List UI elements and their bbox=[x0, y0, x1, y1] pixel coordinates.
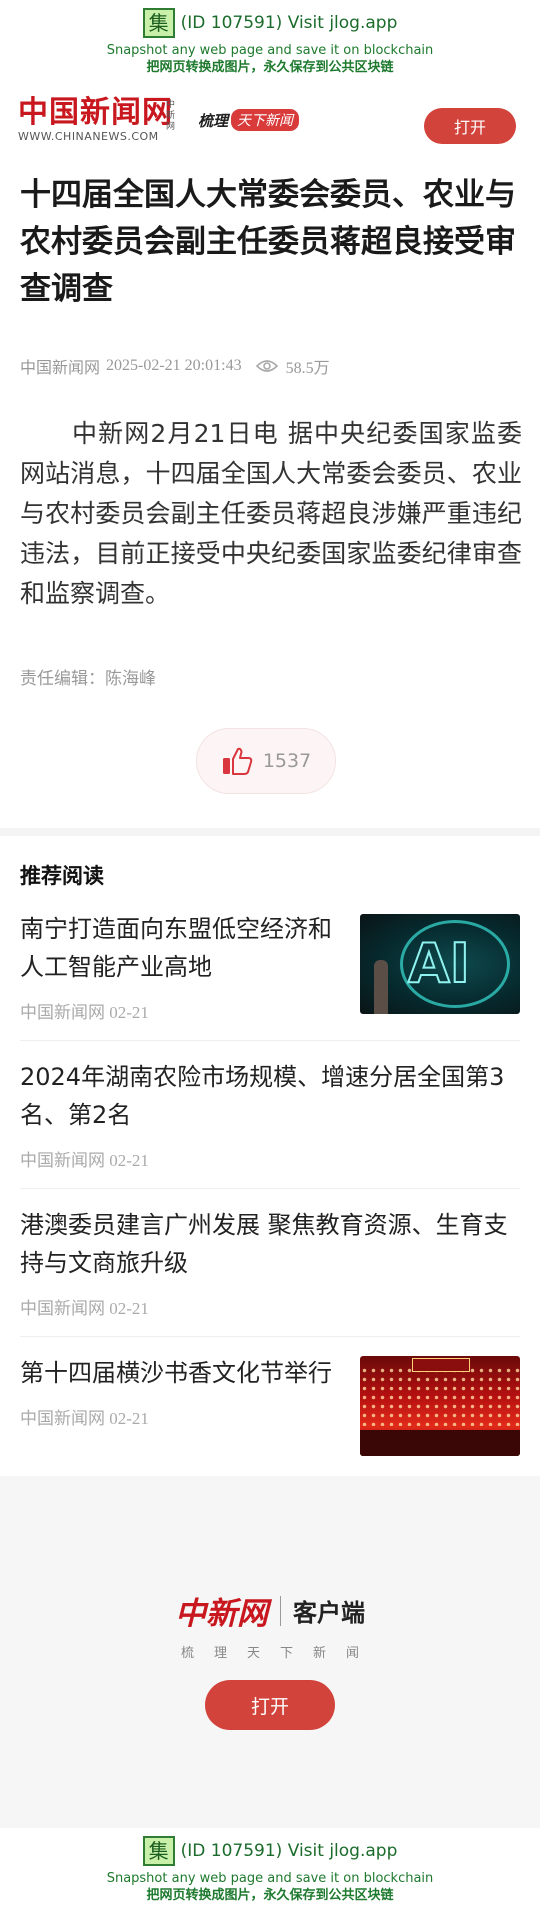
jlog-id-row[interactable]: 集 (ID 107591) Visit jlog.app bbox=[0, 6, 540, 40]
recommend-item-title[interactable]: 港澳委员建言广州发展 聚焦教育资源、生育支持与文商旅升级 bbox=[20, 1206, 520, 1282]
recommend-item-thumbnail[interactable]: AI bbox=[360, 914, 520, 1014]
recommend-item-meta: 中国新闻网 02-21 bbox=[20, 1299, 149, 1318]
jlog-id-text[interactable]: (ID 107591) Visit jlog.app bbox=[181, 1834, 398, 1868]
article-editor: 责任编辑：陈海峰 bbox=[20, 669, 156, 689]
article-views: 58.5万 bbox=[285, 360, 330, 377]
chinanews-logo[interactable]: 中国新闻网 中新网 WWW.CHINANEWS.COM bbox=[18, 96, 178, 146]
recommend-item-title[interactable]: 第十四届横沙书香文化节举行 bbox=[20, 1354, 350, 1392]
logo-vertical-text: 中新网 bbox=[166, 100, 176, 132]
site-header: 中国新闻网 中新网 WWW.CHINANEWS.COM 梳理 天下新闻 打开 bbox=[0, 90, 540, 150]
recommend-item-meta: 中国新闻网 02-21 bbox=[20, 1151, 149, 1170]
jlog-banner-bottom: 集 (ID 107591) Visit jlog.app Snapshot an… bbox=[0, 1828, 540, 1918]
thumbnail-ai-text: AI bbox=[407, 931, 471, 996]
list-separator bbox=[20, 1040, 520, 1041]
open-app-button-top[interactable]: 打开 bbox=[424, 108, 516, 144]
eye-icon bbox=[255, 359, 278, 373]
like-button[interactable]: 1537 bbox=[196, 728, 336, 794]
logo-en-text: WWW.CHINANEWS.COM bbox=[18, 130, 159, 143]
recommend-item-meta: 中国新闻网 02-21 bbox=[20, 1409, 149, 1428]
jlog-id-row[interactable]: 集 (ID 107591) Visit jlog.app bbox=[0, 1834, 540, 1868]
article-body: 中新网2月21日电 据中央纪委国家监委网站消息，十四届全国人大常委会委员、农业与… bbox=[20, 419, 522, 608]
thumbnail-stage-floor bbox=[360, 1430, 520, 1456]
open-app-button-bottom[interactable]: 打开 bbox=[205, 1680, 335, 1730]
like-count: 1537 bbox=[262, 750, 312, 772]
article-datetime: 2025-02-21 20:01:43 bbox=[106, 357, 242, 374]
promo-brand: 中新网 客户端 bbox=[0, 1588, 540, 1633]
article-title: 十四届全国人大常委会委员、农业与农村委员会副主任委员蒋超良接受审查调查 bbox=[20, 177, 516, 307]
jlog-id-text[interactable]: (ID 107591) Visit jlog.app bbox=[181, 6, 398, 40]
jlog-logo-icon: 集 bbox=[142, 8, 175, 38]
recommend-item-title[interactable]: 2024年湖南农险市场规模、增速分居全国第3名、第2名 bbox=[20, 1058, 520, 1134]
article-meta: 中国新闻网 2025-02-21 20:01:43 58.5万 bbox=[20, 354, 330, 378]
jlog-tagline-en: Snapshot any web page and save it on blo… bbox=[106, 43, 434, 58]
jlog-logo-icon: 集 bbox=[142, 1836, 175, 1866]
thumbnail-person-shape bbox=[374, 960, 388, 1014]
section-divider bbox=[0, 828, 540, 836]
jlog-tagline-en: Snapshot any web page and save it on blo… bbox=[106, 1871, 434, 1886]
promo-brand-divider bbox=[280, 1595, 281, 1626]
thumbs-up-icon bbox=[221, 746, 253, 776]
jlog-banner-top: 集 (ID 107591) Visit jlog.app Snapshot an… bbox=[0, 0, 540, 90]
promo-brand-logo: 中新网 bbox=[175, 1596, 268, 1632]
promo-tagline: 梳理天下新闻 bbox=[180, 1646, 379, 1661]
header-slogan: 梳理 天下新闻 bbox=[198, 106, 300, 134]
recommend-item-title[interactable]: 南宁打造面向东盟低空经济和人工智能产业高地 bbox=[20, 910, 350, 986]
article-source: 中国新闻网 bbox=[20, 360, 101, 377]
recommend-item[interactable]: 南宁打造面向东盟低空经济和人工智能产业高地 中国新闻网 02-21 bbox=[20, 910, 350, 1023]
thumbnail-stage-lights bbox=[360, 1366, 520, 1426]
recommend-item[interactable]: 港澳委员建言广州发展 聚焦教育资源、生育支持与文商旅升级 中国新闻网 02-21 bbox=[20, 1206, 520, 1319]
promo-client-label: 客户端 bbox=[293, 1599, 365, 1627]
recommend-item[interactable]: 第十四届横沙书香文化节举行 中国新闻网 02-21 bbox=[20, 1354, 350, 1429]
slogan-part-2: 天下新闻 bbox=[231, 109, 300, 131]
recommend-item-thumbnail[interactable] bbox=[360, 1356, 520, 1456]
jlog-tagline-cn: 把网页转换成图片，永久保存到公共区块链 bbox=[146, 60, 394, 75]
app-promo-section: 中新网 客户端 梳理天下新闻 打开 bbox=[0, 1476, 540, 1832]
list-separator bbox=[20, 1336, 520, 1337]
recommend-heading: 推荐阅读 bbox=[20, 864, 104, 888]
slogan-part-1: 梳理 bbox=[198, 111, 229, 130]
logo-cn-text: 中国新闻网 bbox=[18, 95, 173, 130]
thumbnail-stage-banner bbox=[412, 1358, 470, 1372]
jlog-tagline-cn: 把网页转换成图片，永久保存到公共区块链 bbox=[146, 1888, 394, 1903]
recommend-item[interactable]: 2024年湖南农险市场规模、增速分居全国第3名、第2名 中国新闻网 02-21 bbox=[20, 1058, 520, 1171]
recommend-item-meta: 中国新闻网 02-21 bbox=[20, 1003, 149, 1022]
list-separator bbox=[20, 1188, 520, 1189]
